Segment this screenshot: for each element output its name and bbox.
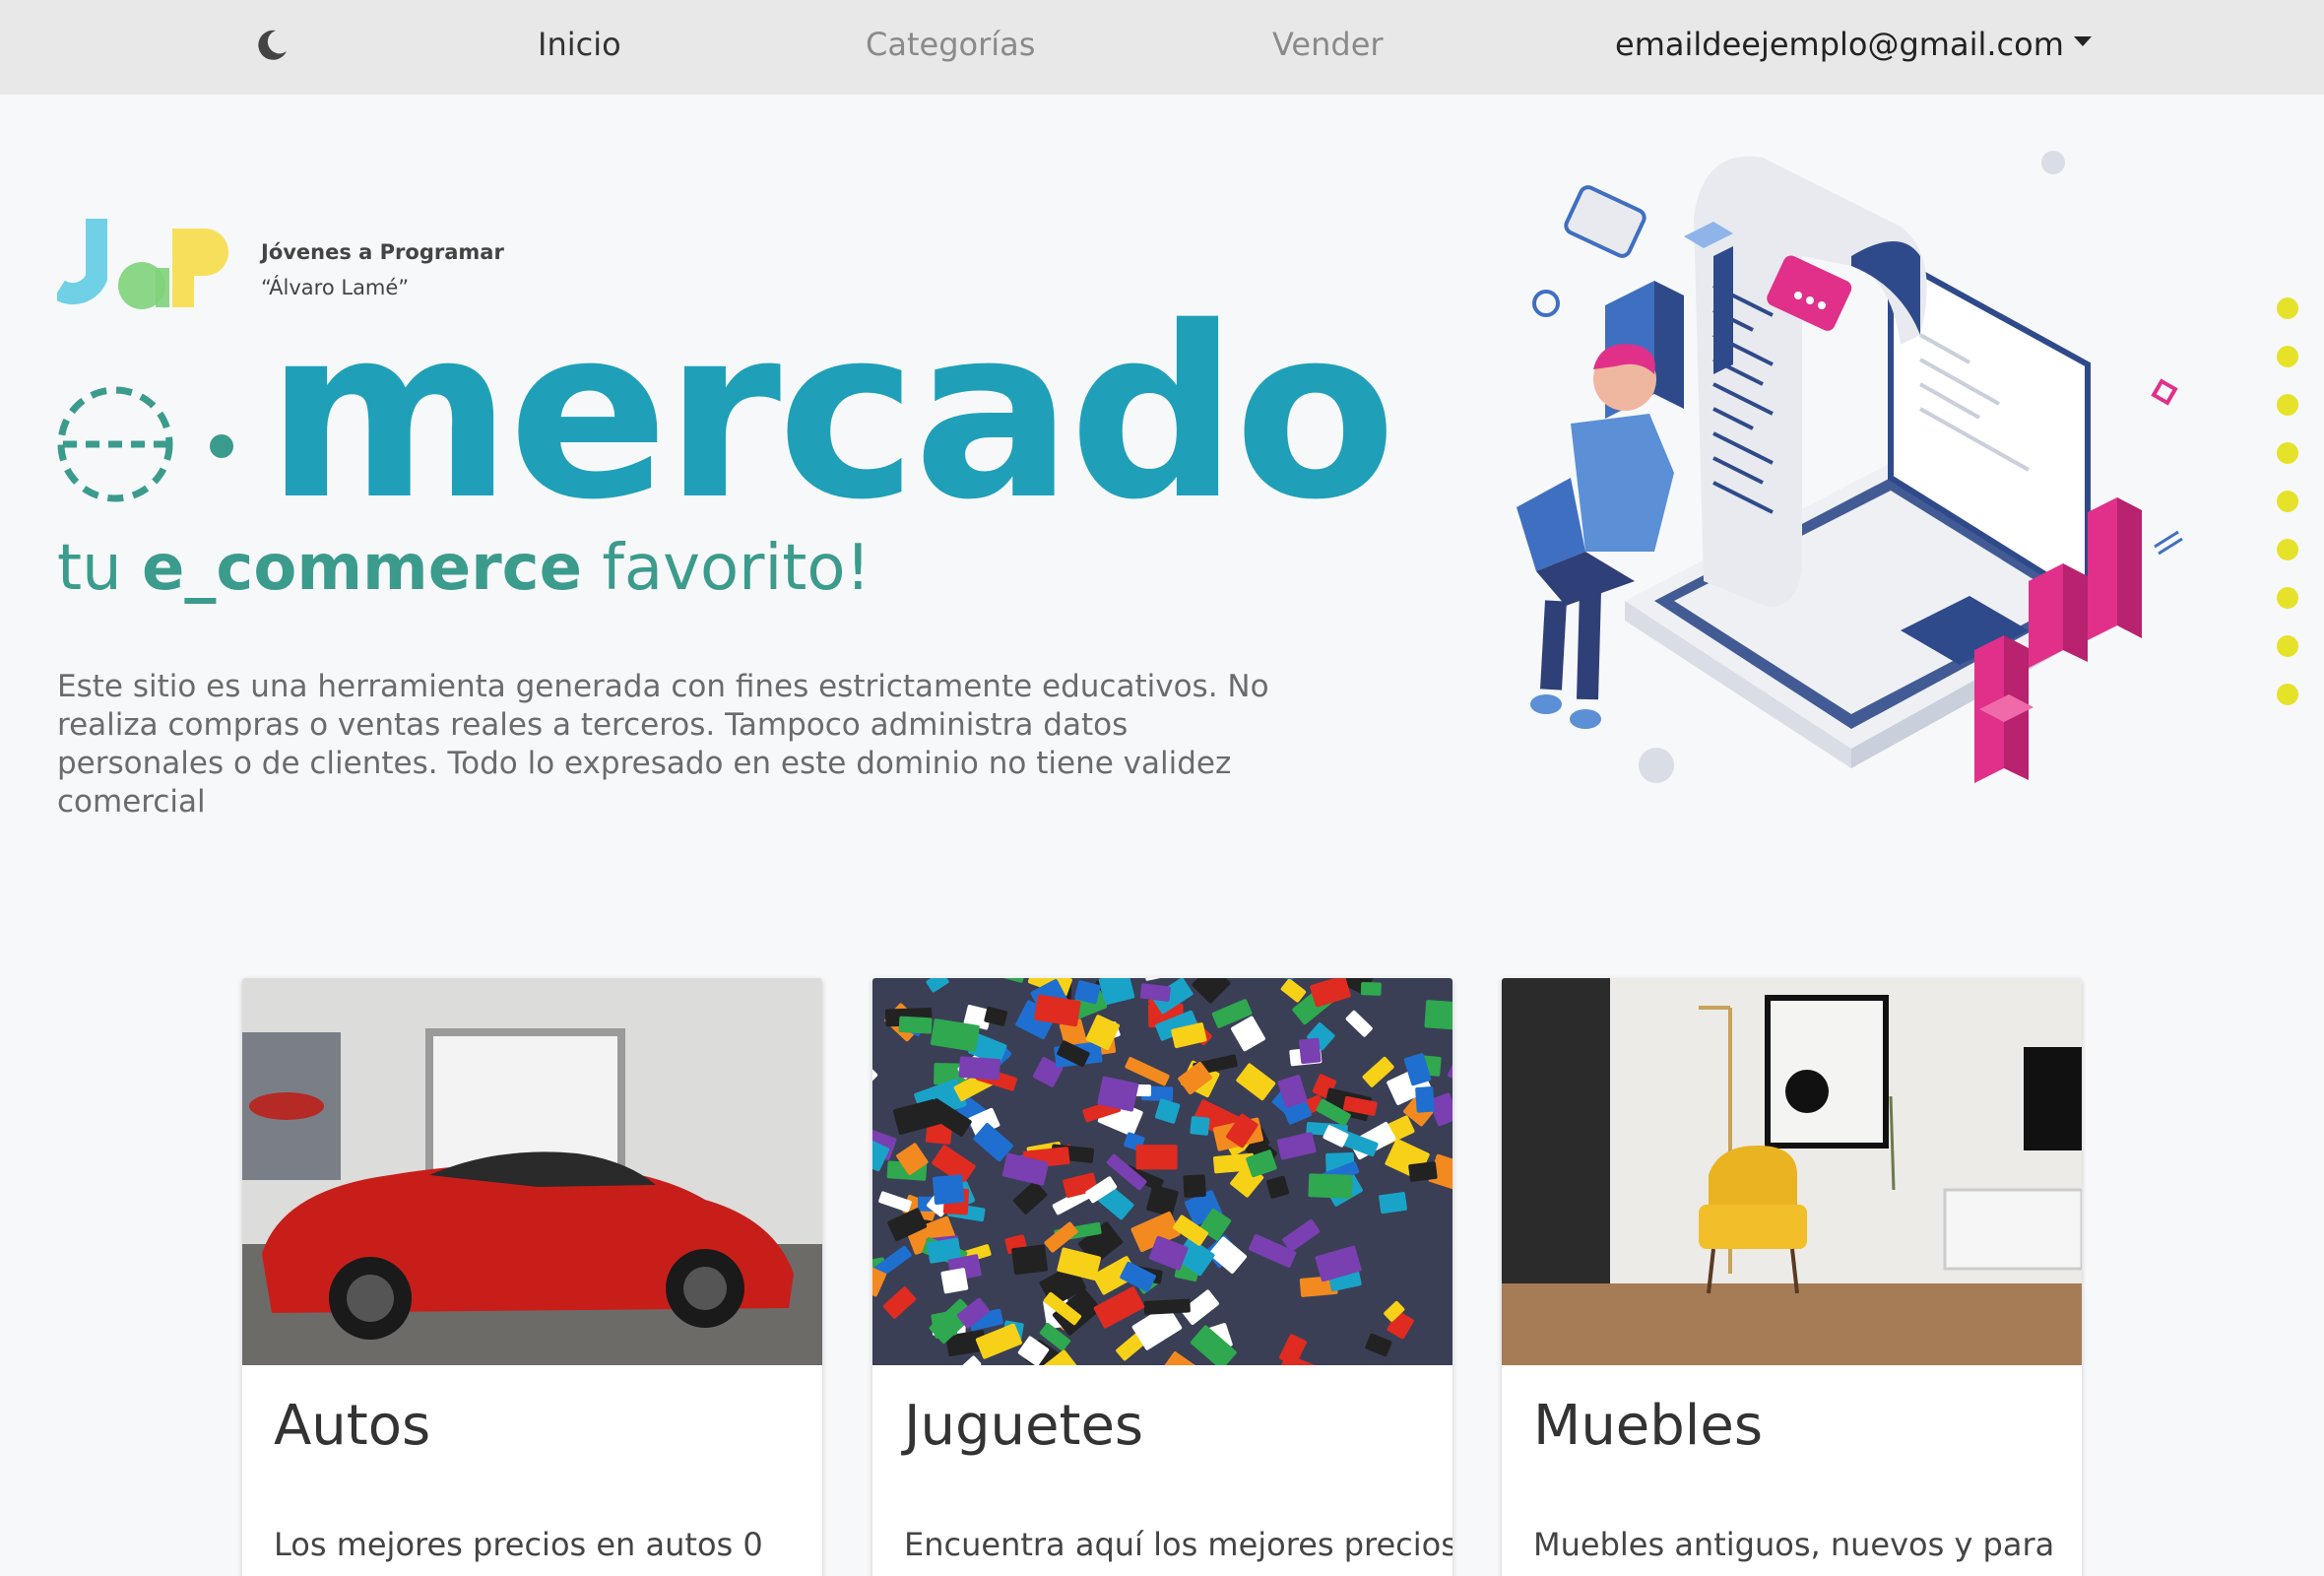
toy-brick [1135,1145,1178,1170]
nav-link-categorias[interactable]: Categorías [866,26,1035,63]
toy-brick [1308,1173,1353,1199]
toy-brick [1190,1116,1210,1136]
moon-icon[interactable] [254,28,290,63]
card-image-toy-bricks [872,978,1452,1576]
toy-brick [1408,1161,1438,1182]
card-title: Muebles [1533,1394,1763,1458]
card-image-car [242,978,822,1365]
card-title: Autos [274,1394,431,1458]
card-image-armchair [1502,978,2082,1365]
brand-title: mercado [266,276,1396,552]
toy-brick [1360,981,1382,996]
disclaimer-text: Este sitio es una herramienta generada c… [57,669,1269,820]
toy-brick [1379,1192,1407,1215]
nav-link-inicio[interactable]: Inicio [538,26,621,63]
user-email: emaildeejemplo@gmail.com [1615,26,2064,63]
chevron-down-icon [2073,36,2092,46]
toy-brick [1424,1000,1452,1030]
card-description: Encuentra aquí los mejores precios [904,1526,1452,1563]
toy-brick [931,1310,958,1339]
toy-brick [940,1268,969,1294]
tagline: tu e_commerce favorito! [57,532,871,605]
card-description: Los mejores precios en autos 0 [274,1526,763,1563]
category-card-muebles[interactable]: Muebles Muebles antiguos, nuevos y para [1502,978,2082,1576]
toy-brick [1298,1037,1322,1065]
jap-logo [57,219,228,309]
user-dropdown[interactable]: emaildeejemplo@gmail.com [1615,26,2092,63]
category-card-juguetes[interactable]: Juguetes Encuentra aquí los mejores prec… [872,978,1452,1576]
org-name-line1: Jóvenes a Programar [261,240,504,264]
toy-brick [898,1016,933,1034]
navbar: Inicio Categorías Vender emaildeejemplo@… [0,0,2324,95]
nav-link-vender[interactable]: Vender [1272,26,1384,63]
card-title: Juguetes [904,1394,1144,1458]
hero-illustration [1517,151,2183,783]
brand-dot [210,434,233,458]
tagline-bold: e_commerce [142,532,582,605]
tagline-prefix: tu [57,532,142,605]
tagline-suffix: favorito! [582,532,872,605]
brand-globe-icon [57,386,173,502]
toy-brick [1415,1085,1435,1113]
toy-brick [932,1174,965,1206]
category-card-autos[interactable]: Autos Los mejores precios en autos 0 [242,978,822,1576]
decorative-dots [2277,297,2298,705]
toy-brick [1011,1244,1048,1276]
toy-brick [1143,1298,1191,1315]
toy-brick [1183,1174,1206,1198]
card-description: Muebles antiguos, nuevos y para [1533,1526,2055,1563]
toy-brick [958,1056,1001,1081]
